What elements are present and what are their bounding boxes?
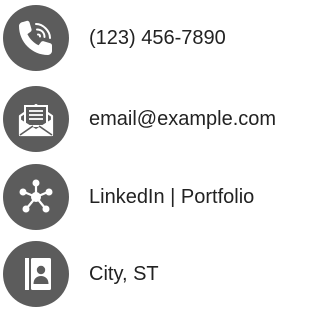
phone-icon (3, 5, 69, 71)
contact-item-location: City, ST (0, 236, 320, 312)
address-book-icon (3, 241, 69, 307)
network-icon (3, 164, 69, 230)
profile-links[interactable]: LinkedIn | Portfolio (89, 185, 254, 209)
contact-list: (123) 456-7890 email@example.com LinkedI… (0, 0, 320, 312)
email-icon (3, 86, 69, 152)
contact-item-email: email@example.com (0, 81, 320, 157)
phone-number[interactable]: (123) 456-7890 (89, 26, 226, 50)
contact-item-phone: (123) 456-7890 (0, 0, 320, 76)
contact-item-links: LinkedIn | Portfolio (0, 159, 320, 235)
location-text: City, ST (89, 263, 159, 285)
email-address[interactable]: email@example.com (89, 107, 276, 131)
